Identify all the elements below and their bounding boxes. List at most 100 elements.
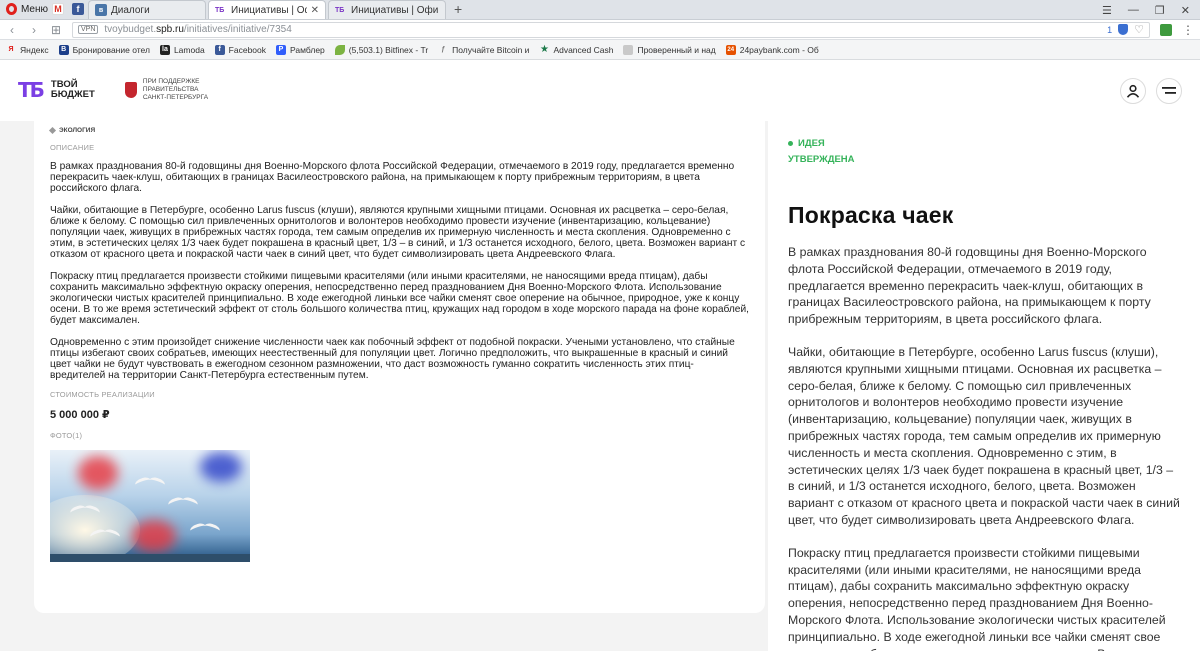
- tab-initiatives-active[interactable]: ТБ Инициативы | Официаль ✕: [208, 0, 326, 19]
- description-paragraph: Чайки, обитающие в Петербурге, особенно …: [50, 205, 746, 260]
- bookmark-label: Бронирование отел: [72, 44, 150, 55]
- bookmark-label: (5,503.1) Bitfinex - Tr: [348, 44, 429, 55]
- status-badge: ИДЕЯ УТВЕРЖДЕНА: [788, 138, 1180, 165]
- photo-label: ФОТО(1): [50, 431, 83, 440]
- tab-label: Диалоги: [111, 4, 150, 16]
- status-approved: УТВЕРЖДЕНА: [788, 154, 855, 165]
- gmail-icon: M: [52, 3, 64, 15]
- gull-shape: [70, 506, 100, 516]
- lamoda-icon: la: [159, 44, 170, 55]
- blue-gull-blob: [200, 452, 242, 482]
- opera-icon: [6, 3, 17, 15]
- folder-icon: [623, 44, 634, 55]
- adblock-shield-icon[interactable]: [1118, 24, 1129, 35]
- bookmark-label: Яндекс: [20, 44, 49, 55]
- booking-icon: B: [58, 44, 69, 55]
- url-field[interactable]: VPN tvoybudget.spb.ru/initiatives/initia…: [72, 21, 1150, 38]
- bookmark-label: 24paybank.com - Об: [739, 44, 819, 55]
- tab-menu-icon[interactable]: ☰: [1102, 4, 1112, 17]
- user-icon: [1126, 84, 1140, 98]
- easy-setup-icon[interactable]: ⋮: [1182, 23, 1194, 37]
- gull-shape: [90, 530, 120, 540]
- spb-crest-icon: [124, 82, 137, 98]
- close-window-icon[interactable]: ✕: [1181, 4, 1190, 17]
- tvoybudget-favicon-icon: ТБ: [215, 6, 225, 14]
- site-header: ТБ ТВОЙ БЮДЖЕТ ПРИ ПОДДЕРЖКЕ ПРАВИТЕЛЬСТ…: [0, 60, 1200, 120]
- category-tag: ЭКОЛОГИЯ: [48, 123, 749, 137]
- bookmark-verified[interactable]: Проверенный и над: [623, 44, 716, 55]
- close-tab-icon[interactable]: ✕: [311, 5, 319, 16]
- side-paragraph: В рамках празднования 80-й годовщины дня…: [788, 245, 1151, 327]
- header-actions: [1120, 78, 1182, 104]
- minimize-icon[interactable]: —: [1128, 4, 1139, 16]
- browser-menu-label: Меню: [20, 3, 48, 15]
- bookmark-label: Получайте Bitcoin и: [452, 44, 530, 55]
- tab-initiatives[interactable]: ТБ Инициативы | Официаль: [328, 0, 446, 19]
- vk-icon: в: [95, 4, 107, 16]
- bookmark-heart-icon[interactable]: ♡: [1134, 23, 1144, 36]
- photo-shore: [50, 554, 250, 562]
- gov-line: ПРИ ПОДДЕРЖКЕ: [142, 78, 200, 85]
- hamburger-icon: [1162, 87, 1176, 94]
- gull-shape: [190, 524, 220, 534]
- new-tab-button[interactable]: +: [448, 0, 468, 19]
- description-label: ОПИСАНИЕ: [50, 143, 95, 152]
- back-icon[interactable]: ‹: [6, 23, 18, 37]
- side-paragraph: Покраску птиц предлагается произвести ст…: [788, 545, 1178, 651]
- bookmark-rambler[interactable]: Р Рамблер: [276, 44, 325, 55]
- tab-label: Инициативы | Официаль: [231, 4, 307, 16]
- pinned-tab-facebook[interactable]: f: [68, 0, 88, 19]
- initiative-card: ЭКОЛОГИЯ ОПИСАНИЕ В рамках празднования …: [34, 121, 765, 613]
- facebook-icon: f: [214, 44, 225, 55]
- speed-dial-icon[interactable]: ⊞: [50, 23, 62, 37]
- logo-line: БЮДЖЕТ: [50, 89, 95, 100]
- logo-name: ТВОЙ БЮДЖЕТ: [51, 80, 103, 100]
- bookmark-yandex[interactable]: Я Яндекс: [6, 44, 49, 55]
- tab-dialogs[interactable]: в Диалоги: [88, 0, 206, 19]
- facebook-icon: f: [72, 3, 84, 15]
- forward-icon[interactable]: ›: [28, 23, 40, 37]
- bookmark-label: Рамблер: [290, 44, 325, 55]
- gull-shape: [168, 498, 198, 508]
- category-diamond-icon: [48, 126, 57, 134]
- status-dot-icon: [788, 141, 793, 146]
- bitcoin-icon: ƒ: [441, 46, 446, 53]
- bitfinex-icon: [334, 44, 345, 55]
- tab-label: Инициативы | Официаль: [351, 4, 439, 16]
- red-gull-blob: [78, 456, 118, 490]
- address-bar-row: ‹ › ⊞ VPN tvoybudget.spb.ru/initiatives/…: [0, 20, 1200, 40]
- bookmark-booking[interactable]: B Бронирование отел: [58, 44, 150, 55]
- pinned-tab-gmail[interactable]: M: [48, 0, 68, 19]
- bookmark-24paybank[interactable]: 24 24paybank.com - Об: [725, 44, 819, 55]
- window-controls: ☰ — ❐ ✕: [1102, 0, 1200, 20]
- description-paragraph: В рамках празднования 80-й годовщины дня…: [50, 161, 735, 194]
- seagulls-photo[interactable]: [50, 450, 250, 562]
- url-right-icons: 1 ♡: [1107, 23, 1144, 36]
- bookmark-bitfinex[interactable]: (5,503.1) Bitfinex - Tr: [334, 44, 429, 55]
- menu-button[interactable]: [1156, 78, 1182, 104]
- star-icon: ★: [539, 44, 549, 55]
- status-idea: ИДЕЯ: [788, 138, 1180, 149]
- government-support-text: ПРИ ПОДДЕРЖКЕ ПРАВИТЕЛЬСТВА САНКТ-ПЕТЕРБ…: [143, 78, 213, 102]
- site-logo[interactable]: ТБ ТВОЙ БЮДЖЕТ: [18, 78, 103, 102]
- 24paybank-icon: 24: [725, 44, 736, 55]
- restore-icon[interactable]: ❐: [1155, 4, 1165, 17]
- description-paragraph: Одновременно с этим произойдет снижение …: [50, 337, 735, 381]
- bookmark-facebook[interactable]: f Facebook: [214, 44, 266, 55]
- bookmark-label: Проверенный и над: [637, 44, 716, 55]
- download-extension-icon[interactable]: [1160, 23, 1172, 36]
- yandex-icon: Я: [8, 46, 14, 53]
- description-paragraph: Покраску птиц предлагается произвести ст…: [50, 271, 749, 326]
- profile-button[interactable]: [1120, 78, 1146, 104]
- tvoybudget-favicon-icon: ТБ: [335, 6, 345, 14]
- bookmark-bitcoin[interactable]: ƒ Получайте Bitcoin и: [438, 45, 529, 55]
- bookmark-advanced-cash[interactable]: ★ Advanced Cash: [539, 44, 614, 55]
- page-content: ЭКОЛОГИЯ ОПИСАНИЕ В рамках празднования …: [0, 121, 1200, 651]
- browser-tab-bar: Меню M f в Диалоги ТБ Инициативы | Офици…: [0, 0, 1200, 20]
- vpn-badge[interactable]: VPN: [78, 25, 99, 34]
- page-title: Покраска чаек: [788, 202, 954, 228]
- bookmark-lamoda[interactable]: la Lamoda: [159, 44, 205, 55]
- browser-menu-button[interactable]: Меню: [0, 0, 48, 19]
- gull-shape: [135, 478, 165, 488]
- red-gull-blob: [132, 520, 176, 552]
